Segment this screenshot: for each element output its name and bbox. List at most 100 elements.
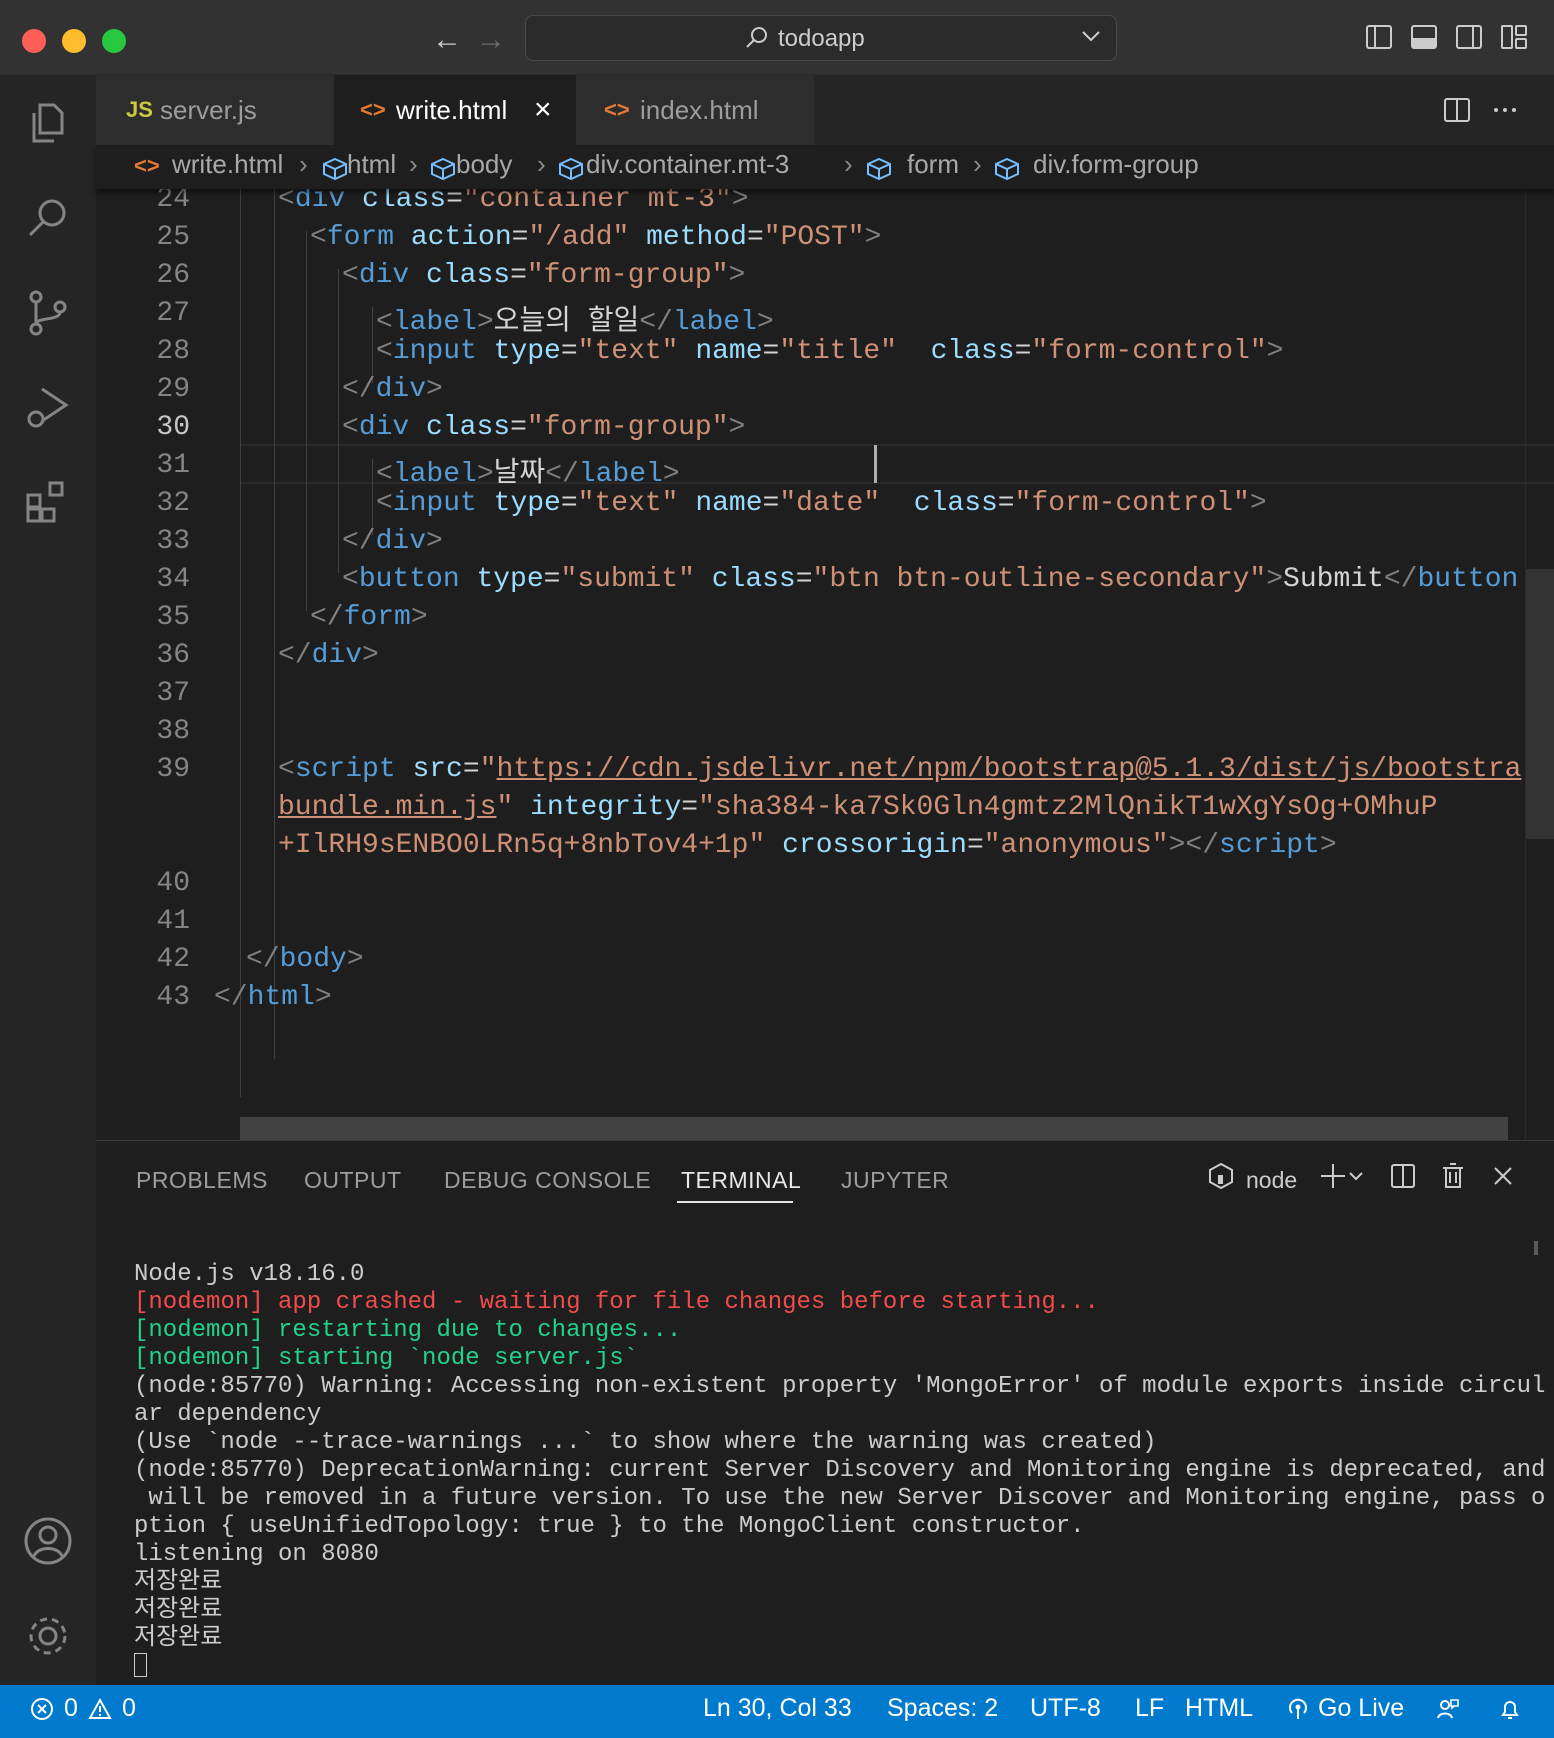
code-token: = (762, 488, 780, 519)
title-bar: ← → todoapp (0, 0, 1554, 75)
error-count[interactable]: 0 (64, 1685, 78, 1732)
code-token: script (294, 754, 396, 785)
code-token: div (358, 260, 410, 291)
code-token: label (392, 459, 477, 490)
go-live-button[interactable]: Go Live (1318, 1685, 1404, 1732)
terminal-line: (Use `node --trace-warnings ...` to show… (134, 1429, 1157, 1456)
encoding[interactable]: UTF-8 (1030, 1685, 1101, 1732)
split-editor-icon[interactable] (1442, 95, 1472, 125)
code-line: </form> (310, 602, 428, 633)
tab-debug-console[interactable]: DEBUG CONSOLE (444, 1167, 651, 1194)
toggle-primary-sidebar-icon[interactable] (1364, 22, 1394, 52)
breadcrumb-item[interactable]: div.container.mt-3 (586, 149, 789, 180)
line-number: 32 (156, 488, 190, 519)
terminal-line: 저장완료 (134, 1569, 223, 1596)
indentation[interactable]: Spaces: 2 (887, 1685, 998, 1732)
trash-icon[interactable] (1438, 1161, 1468, 1191)
toggle-panel-icon[interactable] (1409, 22, 1439, 52)
code-token: "sha384-ka7Sk0Gln4gmtz2MlQnikT1wXgYsOg+O… (698, 792, 1438, 823)
horizontal-scrollbar[interactable] (240, 1117, 1508, 1140)
warning-triangle-icon[interactable] (88, 1697, 112, 1721)
search-icon[interactable] (22, 193, 74, 245)
minimize-window-button[interactable] (62, 29, 86, 53)
toggle-secondary-sidebar-icon[interactable] (1454, 22, 1484, 52)
chevron-right-icon: › (299, 149, 308, 179)
terminal-line: ption { useUnifiedTopology: true } to th… (134, 1513, 1085, 1540)
back-arrow-icon[interactable]: ← (432, 22, 462, 58)
terminal-output[interactable]: Node.js v18.16.0 [nodemon] app crashed - … (134, 1261, 1545, 1682)
split-terminal-icon[interactable] (1388, 1161, 1418, 1191)
code-token: > (476, 307, 494, 338)
run-debug-icon[interactable] (22, 381, 74, 433)
end-of-line[interactable]: LF (1135, 1685, 1164, 1732)
tab-server-js[interactable]: JS server.js (96, 75, 334, 145)
code-token: = (510, 412, 527, 443)
code-token: class (930, 336, 1015, 367)
explorer-icon[interactable] (22, 97, 74, 149)
tab-terminal[interactable]: TERMINAL (681, 1167, 801, 1194)
breadcrumb-item[interactable]: write.html (172, 149, 283, 180)
tab-index-html[interactable]: <> index.html (576, 75, 814, 145)
new-terminal-plus-icon[interactable] (1318, 1161, 1348, 1191)
terminal-scrollbar[interactable] (1534, 1241, 1538, 1255)
breadcrumb-item[interactable]: html (347, 149, 396, 180)
tab-output[interactable]: OUTPUT (304, 1167, 402, 1194)
feedback-icon[interactable] (1436, 1697, 1460, 1721)
code-token: </ (310, 602, 344, 633)
code-token: < (278, 754, 295, 785)
code-token: class (362, 189, 447, 215)
code-token: input (392, 488, 477, 519)
code-link[interactable]: bundle.min.js (278, 792, 496, 823)
indent-guide (372, 307, 373, 383)
close-panel-icon[interactable] (1488, 1161, 1518, 1191)
terminal-name[interactable]: node (1246, 1167, 1297, 1194)
code-token: > (728, 412, 746, 443)
code-token: 오늘의 할일 (493, 307, 640, 338)
forward-arrow-icon[interactable]: → (476, 22, 506, 58)
notifications-bell-icon[interactable] (1498, 1697, 1522, 1721)
line-number: 26 (156, 260, 190, 291)
code-token: = (762, 336, 780, 367)
terminal-line: listening on 8080 (134, 1541, 379, 1568)
breadcrumb-item[interactable]: body (456, 149, 512, 180)
code-line: <input type="text" name="date" class="fo… (376, 488, 1267, 519)
maximize-window-button[interactable] (102, 29, 126, 53)
source-control-icon[interactable] (22, 287, 74, 339)
chevron-down-icon[interactable] (1346, 1161, 1366, 1191)
breadcrumb-item[interactable]: div.form-group (1033, 149, 1199, 180)
language-mode[interactable]: HTML (1185, 1685, 1253, 1732)
terminal-line: 저장완료 (134, 1625, 223, 1652)
code-token: type (493, 488, 561, 519)
code-token: > (346, 944, 364, 975)
extensions-icon[interactable] (22, 475, 74, 527)
warning-count[interactable]: 0 (122, 1685, 136, 1732)
accounts-icon[interactable] (22, 1515, 74, 1567)
tab-jupyter[interactable]: JUPYTER (841, 1167, 949, 1194)
settings-gear-icon[interactable] (22, 1610, 74, 1662)
line-number: 35 (156, 602, 190, 633)
code-token: < (310, 222, 327, 253)
code-link[interactable]: https://cdn.jsdelivr.net/npm/bootstrap@5… (497, 754, 1522, 785)
customize-layout-icon[interactable] (1499, 22, 1529, 52)
code-token: </ (545, 459, 579, 490)
chevron-down-icon[interactable] (1078, 23, 1104, 49)
close-window-button[interactable] (22, 29, 46, 53)
error-circle-icon[interactable] (30, 1697, 54, 1721)
code-token: < (342, 260, 359, 291)
tab-problems[interactable]: PROBLEMS (136, 1167, 268, 1194)
breadcrumb-item[interactable]: form (907, 149, 959, 180)
chevron-right-icon: › (973, 149, 982, 179)
code-token: < (376, 459, 393, 490)
code-editor[interactable]: 24 25 26 27 28 29 30 31 32 33 34 35 36 3… (96, 189, 1554, 1140)
code-token: div (311, 640, 363, 671)
close-tab-icon[interactable]: × (534, 75, 552, 145)
vertical-scrollbar[interactable] (1526, 569, 1554, 839)
tab-write-html[interactable]: <> write.html × (334, 75, 576, 145)
code-token: = (560, 336, 578, 367)
more-actions-icon[interactable] (1490, 95, 1520, 125)
broadcast-icon[interactable] (1286, 1697, 1310, 1721)
command-center[interactable]: todoapp (525, 15, 1117, 61)
code-line: <label>날짜</label> (376, 450, 680, 490)
cursor-position[interactable]: Ln 30, Col 33 (703, 1685, 852, 1732)
